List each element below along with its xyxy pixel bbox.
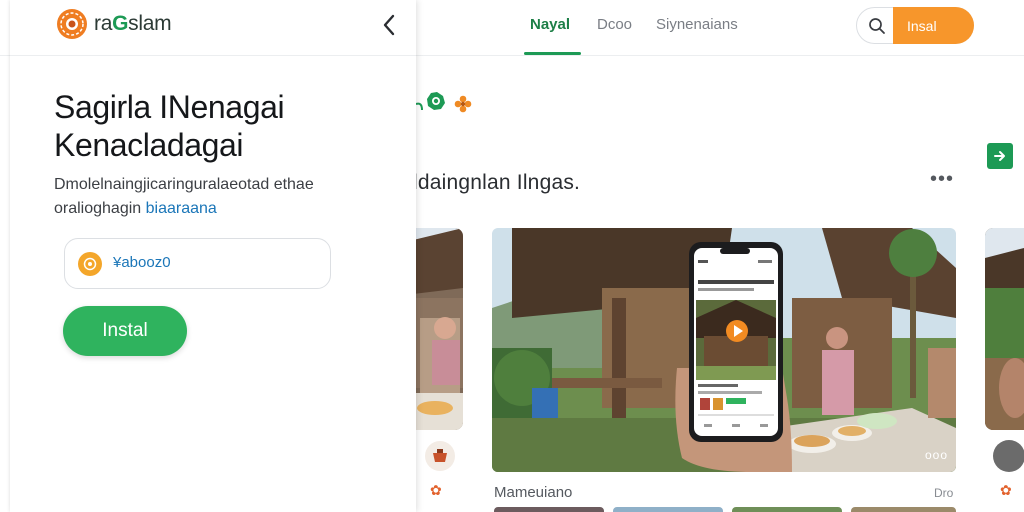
logo-emblem-icon <box>57 9 87 39</box>
village-scene-photo <box>492 228 956 472</box>
panel-header: raGslam <box>10 0 416 56</box>
panel-title-line-1: Sagirla INenagai <box>54 89 285 125</box>
panel-description: Dmolelnaingjicaringuralaeotad ethae oral… <box>54 173 394 221</box>
featured-video-card[interactable]: ooo <box>492 228 956 472</box>
code-input-field[interactable]: ¥abooz0 <box>64 238 331 289</box>
tab-siynenaians[interactable]: Siynenaians <box>656 16 738 33</box>
tab-nayal[interactable]: Nayal <box>530 16 570 33</box>
search-button[interactable] <box>857 8 897 43</box>
decorative-ornament-icon <box>415 92 472 113</box>
description-line-1: Dmolelnaingjicaringuralaeotad ethae <box>54 176 314 193</box>
carousel-card-next[interactable] <box>985 228 1024 430</box>
description-link[interactable]: biaaraana <box>146 200 217 217</box>
search-icon <box>869 17 885 34</box>
village-photo-thumbnail <box>985 228 1024 430</box>
video-overlay-dots: ooo <box>924 448 948 462</box>
description-line-2: oralioghagin <box>54 200 146 217</box>
flower-icon: ✿ <box>430 482 442 498</box>
avatar[interactable] <box>993 440 1024 472</box>
search-install-group: Insal <box>856 7 974 44</box>
category-pot-icon[interactable] <box>425 441 455 471</box>
logo-wordmark[interactable]: raGslam <box>94 12 172 36</box>
tab-dcoo[interactable]: Dcoo <box>597 16 632 33</box>
arrow-right-icon <box>994 151 1005 161</box>
side-share-button[interactable] <box>987 143 1013 169</box>
panel-title-line-2: Kenacladagai <box>54 127 244 163</box>
active-tab-indicator <box>524 52 581 55</box>
thumbnail-strip-item[interactable] <box>732 507 842 512</box>
thumbnail-strip-item[interactable] <box>613 507 723 512</box>
more-options-button[interactable]: ••• <box>930 168 954 191</box>
next-section-meta: Dro <box>934 486 954 500</box>
coin-icon <box>78 252 102 276</box>
install-button[interactable]: Instal <box>63 306 187 356</box>
logo-text-prefix: ra <box>94 12 113 35</box>
section-title: ldaingnlan Ilngas. <box>413 171 581 194</box>
header-install-button[interactable]: Insal <box>893 7 974 44</box>
thumbnail-strip-item[interactable] <box>851 507 956 512</box>
chevron-left-icon <box>383 14 395 36</box>
logo-text-accent: G <box>112 12 129 35</box>
thumbnail-strip-item[interactable] <box>494 507 604 512</box>
code-input-value: ¥abooz0 <box>113 254 171 271</box>
flower-icon: ✿ <box>1000 482 1012 498</box>
back-button[interactable] <box>376 12 402 38</box>
install-side-panel: raGslam Sagirla INenagai Kenacladagai Dm… <box>10 0 416 512</box>
panel-title: Sagirla INenagai Kenacladagai <box>54 88 285 164</box>
logo-text-suffix: slam <box>128 12 172 35</box>
next-section-label: Mameuiano <box>494 484 573 501</box>
